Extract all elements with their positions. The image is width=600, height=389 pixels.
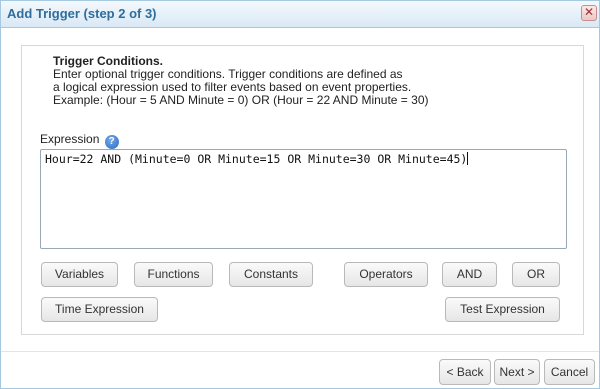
cancel-button[interactable]: Cancel xyxy=(544,359,595,385)
operators-button[interactable]: Operators xyxy=(344,262,428,287)
dialog-title: Add Trigger (step 2 of 3) xyxy=(7,6,157,21)
time-expression-button[interactable]: Time Expression xyxy=(41,297,158,322)
instructions-line-3: Example: (Hour = 5 AND Minute = 0) OR (H… xyxy=(53,93,429,107)
close-icon[interactable]: ✕ xyxy=(581,5,597,21)
instructions: Trigger Conditions. Enter optional trigg… xyxy=(53,55,573,107)
expression-input[interactable]: Hour=22 AND (Minute=0 OR Minute=15 OR Mi… xyxy=(40,149,567,249)
help-icon[interactable]: ? xyxy=(104,135,119,149)
add-trigger-dialog: Add Trigger (step 2 of 3) ✕ Trigger Cond… xyxy=(0,0,600,389)
expression-text: Hour=22 AND (Minute=0 OR Minute=15 OR Mi… xyxy=(45,152,468,166)
expression-label: Expression xyxy=(40,132,100,146)
or-operator-button[interactable]: OR xyxy=(512,262,560,287)
constants-button[interactable]: Constants xyxy=(229,262,313,287)
test-expression-button[interactable]: Test Expression xyxy=(445,297,560,322)
back-button[interactable]: < Back xyxy=(439,359,491,385)
footer-divider xyxy=(1,351,599,352)
next-button[interactable]: Next > xyxy=(494,359,540,385)
variables-button[interactable]: Variables xyxy=(41,262,118,287)
functions-button[interactable]: Functions xyxy=(134,262,213,287)
and-operator-button[interactable]: AND xyxy=(442,262,497,287)
dialog-titlebar[interactable]: Add Trigger (step 2 of 3) ✕ xyxy=(1,1,599,28)
trigger-conditions-panel: Trigger Conditions. Enter optional trigg… xyxy=(21,45,584,335)
expression-label-row: Expression ? xyxy=(40,132,119,149)
text-caret xyxy=(467,152,469,165)
